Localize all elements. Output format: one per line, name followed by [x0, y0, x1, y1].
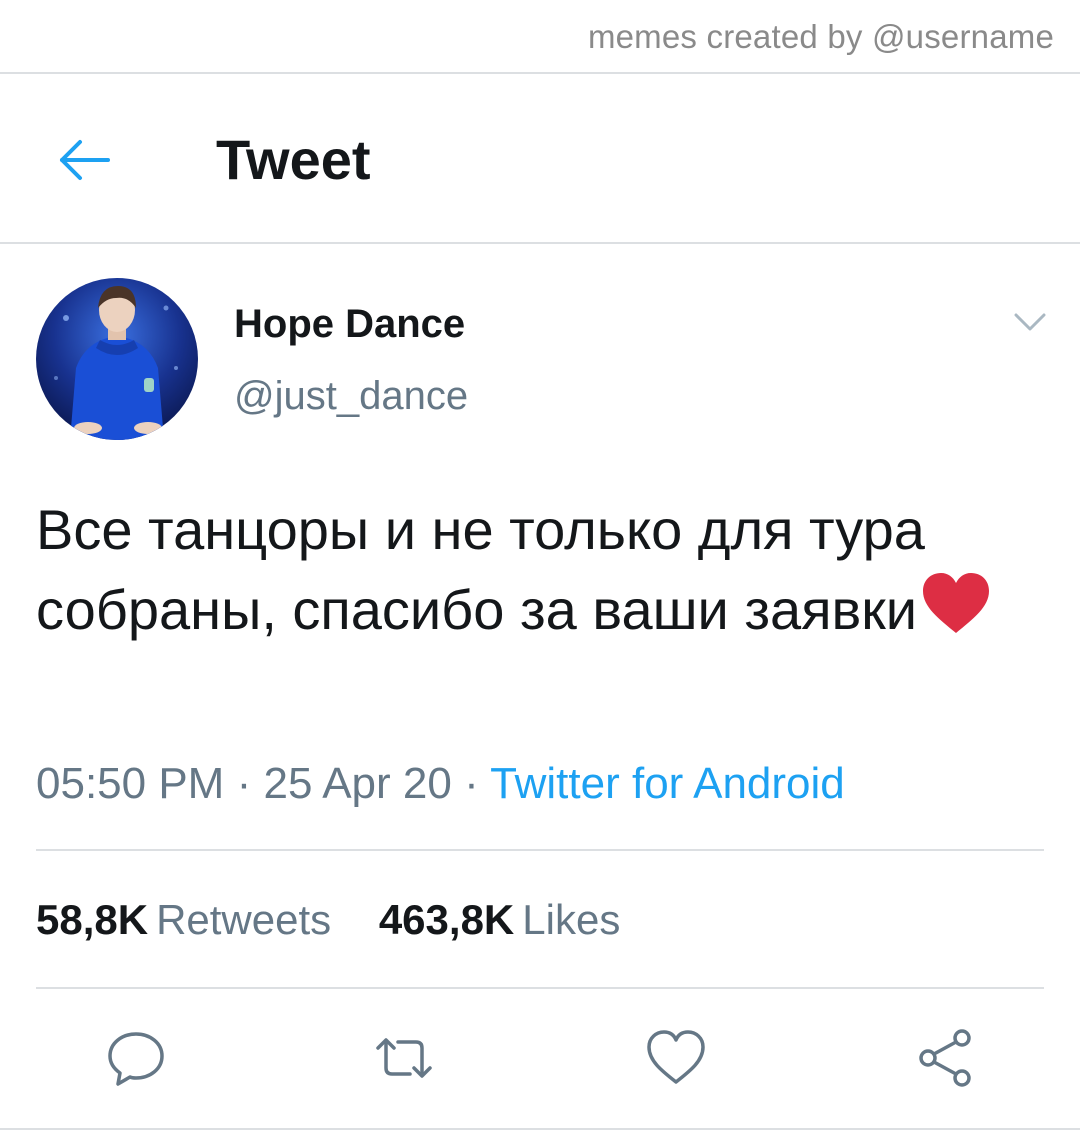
tweet-date: 25 Apr 20 [263, 759, 452, 808]
tweet-text-body: Все танцоры и не только для тура собраны… [36, 498, 925, 641]
tweet-stats: 58,8K Retweets 463,8K Likes [36, 894, 620, 946]
meta-separator: · [464, 759, 479, 808]
retweet-icon [376, 1038, 432, 1078]
chevron-down-icon [1014, 313, 1046, 331]
share-icon [919, 1029, 971, 1087]
watermark: memes created by @username [587, 18, 1054, 55]
header-divider [0, 242, 1080, 244]
more-options-button[interactable] [1008, 300, 1052, 344]
tweet-meta: 05:50 PM · 25 Apr 20 · Twitter for Andro… [36, 756, 845, 812]
likes-count: 463,8K [378, 896, 515, 943]
tweet-time: 05:50 PM [36, 759, 225, 808]
red-heart-emoji [919, 571, 993, 637]
stats-divider [36, 987, 1044, 989]
bottom-divider [0, 1128, 1080, 1130]
arrow-left-icon [60, 140, 110, 180]
retweets-label: Retweets [156, 896, 332, 943]
header: Tweet [0, 76, 1080, 242]
likes-label: Likes [522, 896, 621, 943]
like-icon [647, 1030, 705, 1084]
tweet-text: Все танцоры и не только для тура собраны… [36, 490, 1046, 650]
user-handle[interactable]: @just_dance [234, 372, 468, 420]
page-title: Tweet [216, 128, 371, 191]
top-divider [0, 72, 1080, 74]
meta-divider [36, 849, 1044, 851]
avatar-image [36, 278, 198, 440]
like-button[interactable] [644, 1026, 708, 1090]
retweets-count: 58,8K [36, 896, 149, 943]
retweet-button[interactable] [372, 1026, 436, 1090]
retweets-stat[interactable]: 58,8K Retweets [36, 894, 331, 946]
tweet-source-link[interactable]: Twitter for Android [490, 759, 845, 808]
display-name[interactable]: Hope Dance [234, 300, 465, 348]
avatar[interactable] [36, 278, 198, 440]
share-button[interactable] [914, 1026, 978, 1090]
meta-separator: · [236, 759, 252, 808]
reply-icon [108, 1032, 164, 1086]
likes-stat[interactable]: 463,8K Likes [379, 894, 621, 946]
back-button[interactable] [52, 128, 116, 192]
reply-button[interactable] [104, 1026, 168, 1090]
